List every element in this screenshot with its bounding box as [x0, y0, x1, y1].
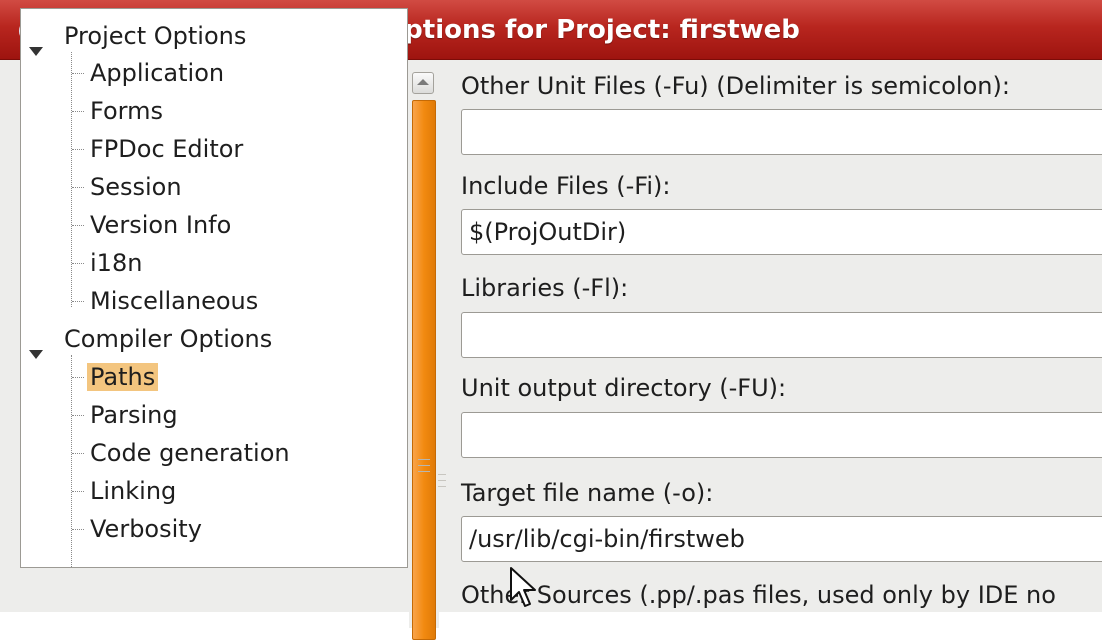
- splitter-grip[interactable]: [418, 465, 430, 466]
- tree-connector: [72, 73, 84, 74]
- splitter-grip[interactable]: [438, 474, 446, 475]
- other-unit-files-label: Other Unit Files (-Fu) (Delimiter is sem…: [461, 72, 1010, 100]
- tree-item-session[interactable]: Session: [87, 168, 185, 206]
- tree-item-label: FPDoc Editor: [90, 135, 244, 163]
- scroll-up-arrow-icon[interactable]: [412, 72, 434, 94]
- tree-connector: [72, 301, 84, 302]
- tree-item-label: i18n: [90, 249, 143, 277]
- tree-item-linking[interactable]: Linking: [87, 472, 179, 510]
- other-sources-label: Other Sources (.pp/.pas files, used only…: [461, 581, 1056, 609]
- tree-connector: [72, 149, 84, 150]
- include-files-label: Include Files (-Fi):: [461, 172, 671, 200]
- target-file-name-input[interactable]: [461, 516, 1102, 562]
- tree-connector: [72, 415, 84, 416]
- target-file-name-label: Target file name (-o):: [461, 479, 714, 507]
- tree-connector: [72, 377, 84, 378]
- tree-item-paths[interactable]: Paths: [87, 358, 159, 396]
- tree-item-version-info[interactable]: Version Info: [87, 206, 234, 244]
- splitter-grip[interactable]: [438, 486, 446, 487]
- options-tree[interactable]: Project Options Application Forms FPDoc …: [20, 8, 408, 568]
- tree-item-parsing[interactable]: Parsing: [87, 396, 181, 434]
- include-files-input[interactable]: [461, 209, 1102, 255]
- tree-item-miscellaneous[interactable]: Miscellaneous: [87, 282, 261, 320]
- tree-item-application[interactable]: Application: [87, 54, 227, 92]
- tree-item-verbosity[interactable]: Verbosity: [87, 510, 205, 548]
- tree-connector: [72, 453, 84, 454]
- tree-item-label: Parsing: [90, 401, 178, 429]
- other-unit-files-input[interactable]: [461, 109, 1102, 155]
- tree-connector: [71, 355, 72, 567]
- tree-item-label: Application: [90, 59, 225, 87]
- tree-group-label: Compiler Options: [64, 325, 273, 353]
- tree-item-label: Miscellaneous: [90, 287, 259, 315]
- tree-item-label: Code generation: [90, 439, 290, 467]
- tree-connector: [72, 187, 84, 188]
- libraries-label: Libraries (-Fl):: [461, 274, 629, 302]
- tree-connector: [72, 111, 84, 112]
- tree-item-label: Session: [90, 173, 182, 201]
- scrollbar-thumb[interactable]: [412, 100, 436, 640]
- tree-connector: [72, 225, 84, 226]
- tree-item-i18n[interactable]: i18n: [87, 244, 145, 282]
- splitter-grip[interactable]: [418, 471, 430, 472]
- unit-output-directory-label: Unit output directory (-FU):: [461, 374, 787, 402]
- expand-arrow-icon[interactable]: [29, 349, 43, 359]
- tree-connector: [72, 529, 84, 530]
- tree-item-label: Paths: [87, 363, 159, 391]
- unit-output-directory-input[interactable]: [461, 412, 1102, 458]
- libraries-input[interactable]: [461, 312, 1102, 358]
- tree-group-label: Project Options: [64, 22, 247, 50]
- tree-connector: [72, 263, 84, 264]
- tree-connector: [72, 491, 84, 492]
- tree-item-label: Linking: [90, 477, 177, 505]
- tree-connector: [71, 52, 72, 307]
- expand-arrow-icon[interactable]: [29, 46, 43, 56]
- tree-scrollbar[interactable]: [409, 68, 439, 640]
- tree-item-label: Verbosity: [90, 515, 202, 543]
- splitter-grip[interactable]: [418, 459, 430, 460]
- tree-item-forms[interactable]: Forms: [87, 92, 166, 130]
- mouse-pointer-icon: [510, 567, 536, 607]
- tree-item-label: Forms: [90, 97, 163, 125]
- splitter-grip[interactable]: [438, 480, 446, 481]
- tree-item-label: Version Info: [90, 211, 232, 239]
- tree-item-code-generation[interactable]: Code generation: [87, 434, 293, 472]
- tree-item-fpdoc-editor[interactable]: FPDoc Editor: [87, 130, 246, 168]
